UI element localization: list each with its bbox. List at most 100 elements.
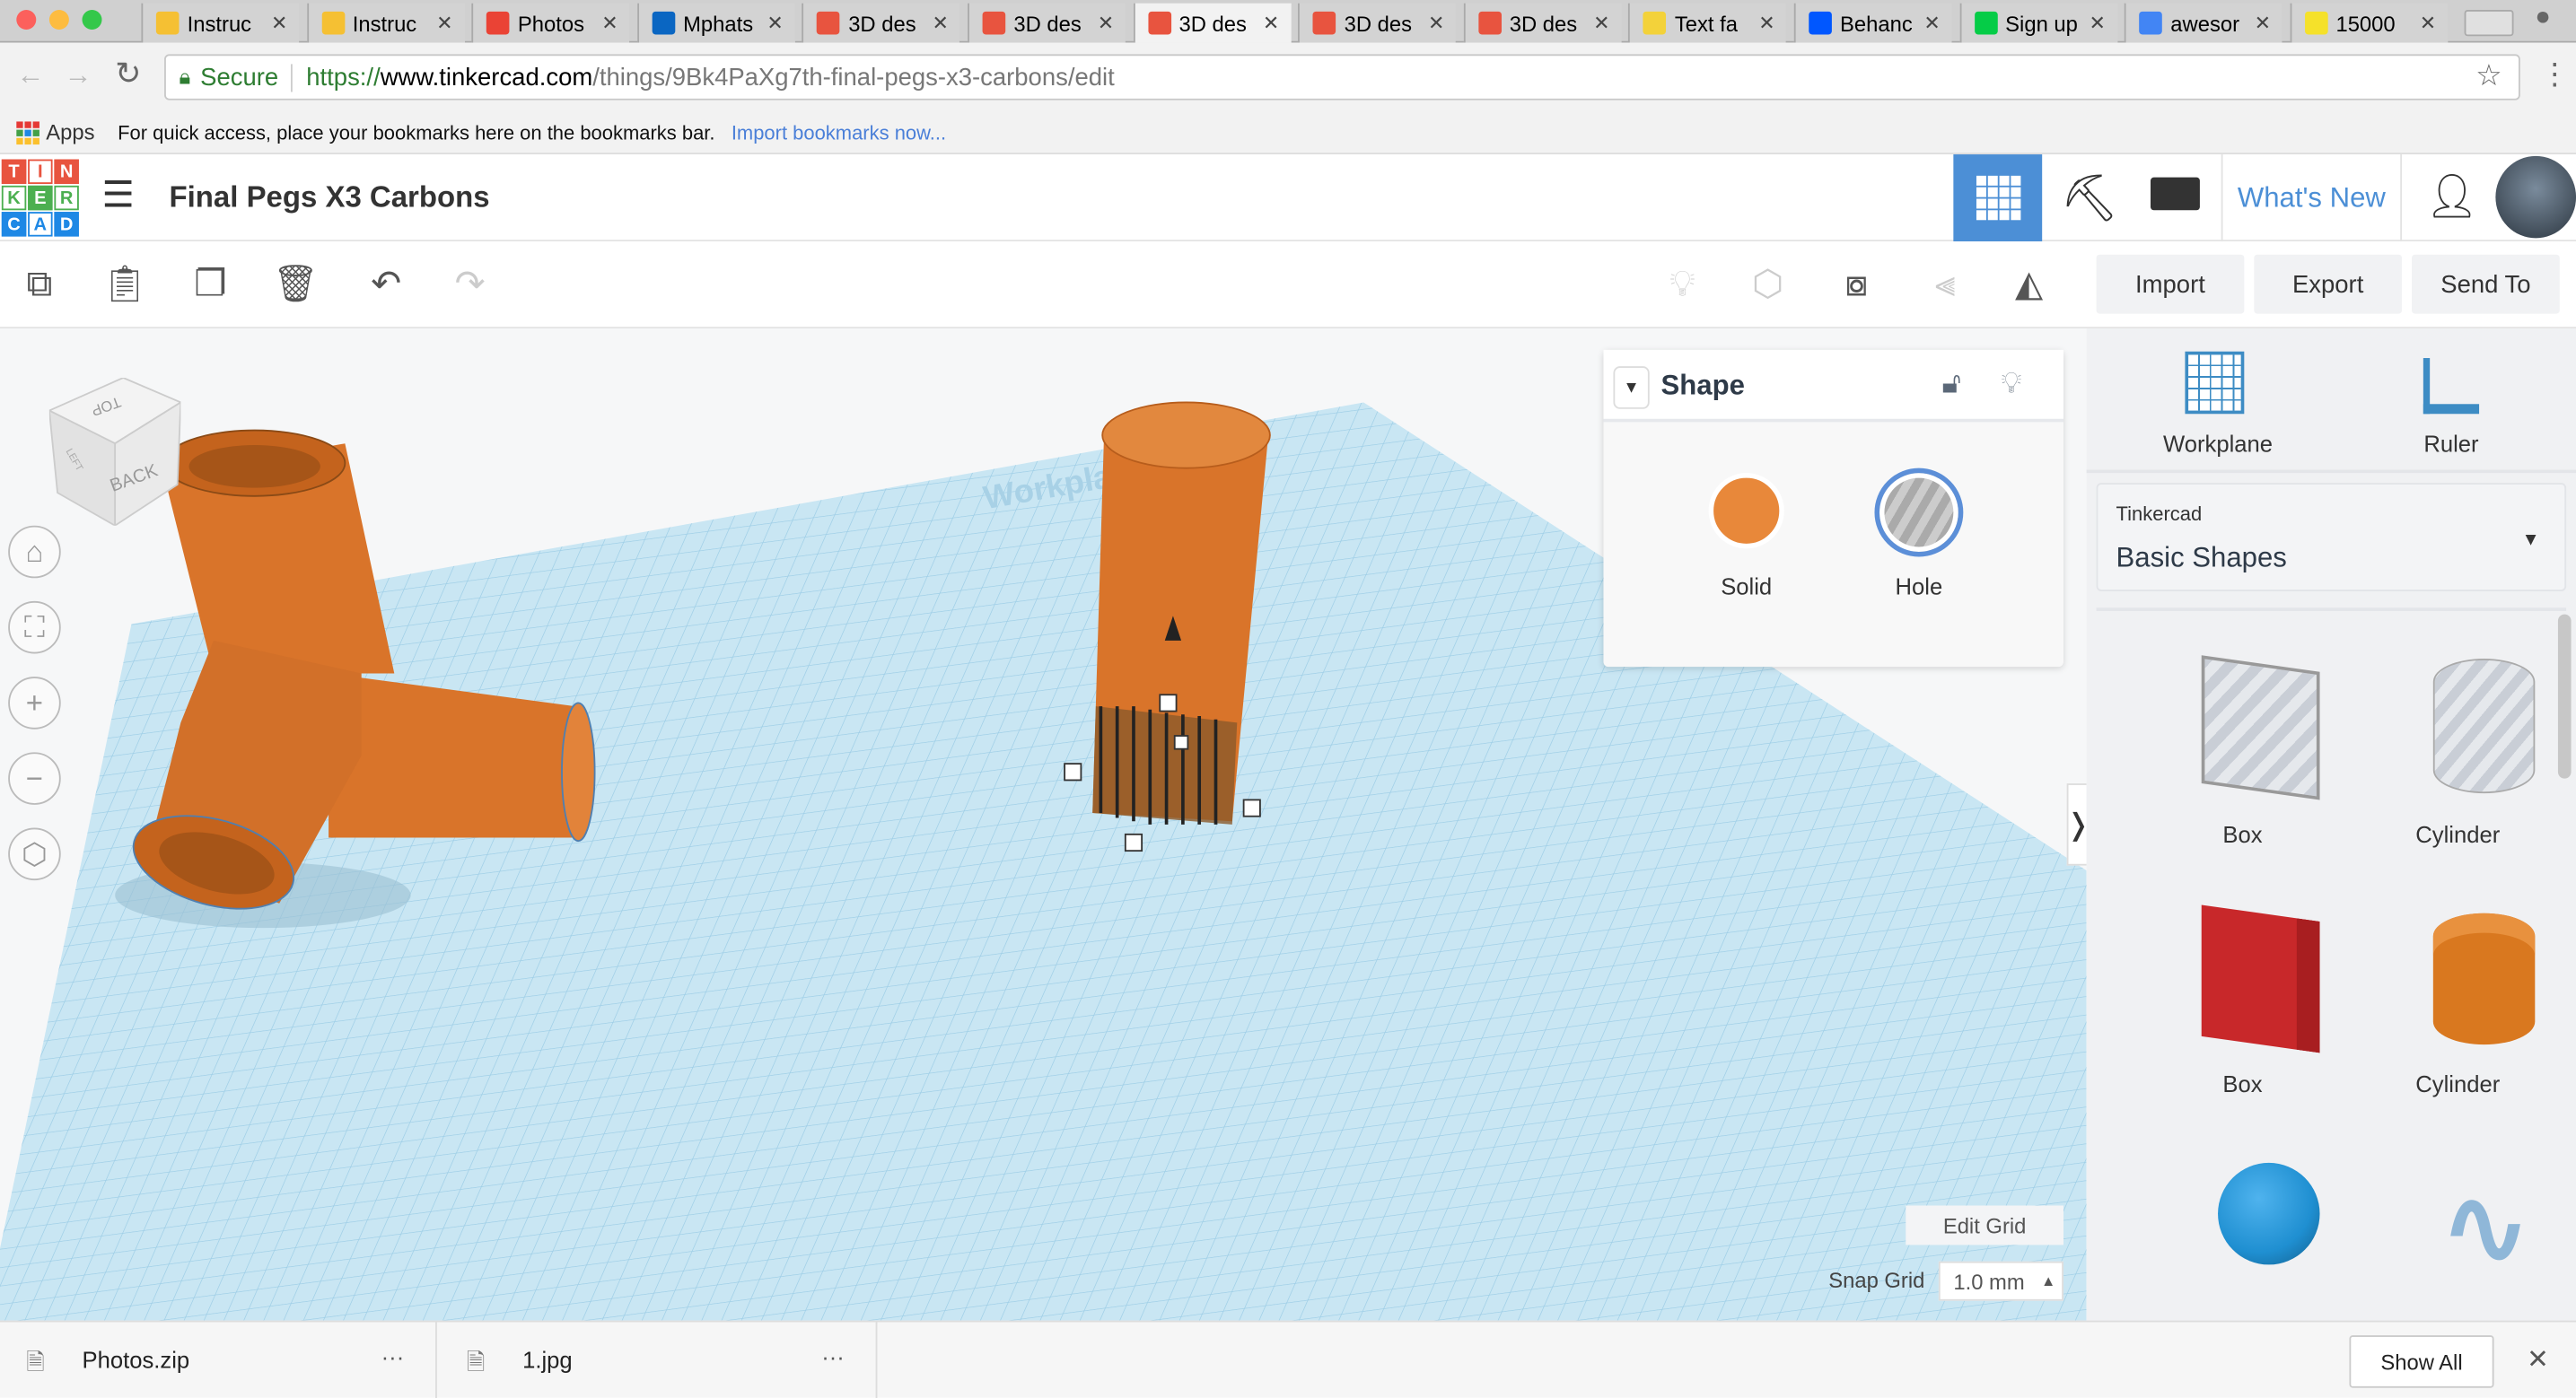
address-bar[interactable]: 🔒︎ Secure https://www.tinkercad.com/thin… — [164, 54, 2520, 100]
three-way-peg-model[interactable] — [115, 427, 772, 953]
back-button[interactable]: ← — [16, 59, 44, 92]
bookmark-star-icon[interactable]: ☆ — [2475, 59, 2502, 93]
shape-hole-cylinder[interactable]: Cylinder — [2368, 651, 2548, 880]
close-tab-icon[interactable]: ✕ — [1428, 12, 1444, 35]
workplane-icon[interactable] — [2185, 351, 2245, 415]
browser-tab[interactable]: 3D des ✕ — [802, 3, 960, 43]
close-tab-icon[interactable]: ✕ — [1923, 12, 1940, 35]
design-title[interactable]: Final Pegs X3 Carbons — [170, 180, 490, 214]
profile-icon[interactable]: ● — [2535, 4, 2551, 33]
resize-handle[interactable] — [1242, 799, 1261, 817]
more-options-icon[interactable]: ··· — [381, 1343, 405, 1369]
resize-handle[interactable] — [1173, 735, 1189, 750]
new-tab-button[interactable] — [2464, 9, 2514, 37]
browser-tab[interactable]: 3D des ✕ — [1298, 3, 1457, 43]
browser-tab[interactable]: 3D des ✕ — [968, 3, 1126, 43]
design-list-icon[interactable]: ☰ — [101, 174, 134, 217]
mirror-icon[interactable]: ◭ — [2002, 258, 2055, 310]
close-window-button[interactable] — [16, 9, 37, 30]
hole-swatch[interactable] — [1874, 467, 1964, 557]
download-item[interactable]: 🗎 Photos.zip ··· — [26, 1322, 437, 1398]
browser-tab[interactable]: Instruc ✕ — [306, 3, 465, 43]
paste-icon[interactable]: 📋︎ — [99, 258, 152, 310]
align-icon[interactable]: ⫷ — [1919, 258, 1972, 310]
shape-cylinder[interactable]: Cylinder — [2368, 900, 2548, 1130]
download-item[interactable]: 🗎 1.jpg ··· — [467, 1322, 878, 1398]
resize-handle[interactable] — [1159, 694, 1178, 712]
close-tab-icon[interactable]: ✕ — [1263, 12, 1279, 35]
duplicate-icon[interactable]: ❐ — [184, 258, 237, 310]
lightbulb-icon[interactable]: 💡︎ — [2001, 366, 2021, 400]
browser-tab[interactable]: Instruc ✕ — [141, 3, 300, 43]
redo-icon[interactable]: ↷ — [443, 258, 496, 310]
close-tab-icon[interactable]: ✕ — [1593, 12, 1609, 35]
workplane-tool-label[interactable]: Workplane — [2136, 431, 2300, 457]
snap-grid-select[interactable]: 1.0 mm ▲ — [1938, 1261, 2063, 1301]
close-tab-icon[interactable]: ✕ — [2255, 12, 2271, 35]
zoom-in-button[interactable]: + — [8, 677, 61, 730]
reload-button[interactable]: ↻ — [115, 56, 141, 93]
shape-library-select[interactable]: Tinkercad Basic Shapes ▼ — [2096, 483, 2567, 591]
resize-handle[interactable] — [1124, 833, 1143, 852]
tinkercad-logo[interactable]: TINKERCAD — [1, 159, 79, 237]
browser-tab[interactable]: Text fa ✕ — [1628, 3, 1787, 43]
close-tab-icon[interactable]: ✕ — [436, 12, 452, 35]
send-to-button[interactable]: Send To — [2412, 254, 2560, 314]
pickaxe-icon[interactable]: ⛏ — [2060, 170, 2118, 224]
shape-box[interactable]: Box — [2152, 900, 2333, 1130]
close-tab-icon[interactable]: ✕ — [767, 12, 783, 35]
zoom-out-button[interactable]: − — [8, 752, 61, 805]
view-cube[interactable]: TOP BACK LEFT — [47, 376, 183, 528]
undo-icon[interactable]: ↶ — [360, 258, 413, 310]
close-tab-icon[interactable]: ✕ — [271, 12, 287, 35]
unlock-icon[interactable]: 🔓︎ — [1942, 366, 1961, 400]
avatar[interactable] — [2495, 155, 2576, 239]
close-downloads-icon[interactable]: ✕ — [2527, 1343, 2549, 1376]
group-icon[interactable]: ⬡ — [1741, 258, 1794, 310]
browser-tab[interactable]: 3D des ✕ — [1463, 3, 1622, 43]
ortho-view-button[interactable]: ⬡ — [8, 827, 61, 881]
ungroup-icon[interactable]: ⧇ — [1830, 258, 1883, 310]
edit-grid-button[interactable]: Edit Grid — [1906, 1205, 2063, 1245]
close-tab-icon[interactable]: ✕ — [601, 12, 618, 35]
browser-tab[interactable]: 3D des ✕ — [1133, 3, 1291, 43]
close-tab-icon[interactable]: ✕ — [2090, 12, 2106, 35]
menu-kebab-icon[interactable]: ⋮ — [2540, 57, 2570, 92]
sidebar-scrollbar[interactable] — [2557, 614, 2572, 779]
copy-icon[interactable]: ⧉ — [13, 258, 66, 310]
browser-tab[interactable]: Photos ✕ — [471, 3, 630, 43]
forward-button[interactable]: → — [64, 59, 92, 92]
browser-tab[interactable]: Behanc ✕ — [1793, 3, 1952, 43]
collapse-sidebar-toggle[interactable]: ❭ — [2066, 783, 2087, 866]
resize-handle[interactable] — [1064, 763, 1082, 782]
ruler-tool-label[interactable]: Ruler — [2369, 431, 2533, 457]
solid-color-swatch[interactable] — [1708, 473, 1784, 549]
home-view-button[interactable]: ⌂ — [8, 525, 61, 579]
ruler-icon[interactable] — [2423, 358, 2480, 415]
apps-shortcut[interactable]: Apps — [16, 120, 95, 144]
shape-hole-box[interactable]: Box — [2152, 651, 2333, 880]
close-tab-icon[interactable]: ✕ — [1758, 12, 1774, 35]
delete-icon[interactable]: 🗑︎ — [269, 258, 322, 310]
bricks-icon[interactable] — [2150, 177, 2200, 211]
add-user-icon[interactable]: 👤︎ — [2425, 170, 2479, 222]
close-tab-icon[interactable]: ✕ — [933, 12, 949, 35]
browser-tab[interactable]: Mphats ✕ — [636, 3, 795, 43]
import-button[interactable]: Import — [2096, 254, 2245, 314]
export-button[interactable]: Export — [2254, 254, 2403, 314]
close-tab-icon[interactable]: ✕ — [2420, 12, 2436, 35]
lightbulb-icon[interactable]: 💡︎ — [1656, 258, 1709, 310]
browser-tab[interactable]: 15000 ✕ — [2290, 3, 2448, 43]
whats-new-link[interactable]: What's New — [2221, 154, 2403, 242]
selected-cylinder-model[interactable] — [1051, 394, 1314, 887]
show-all-downloads-button[interactable]: Show All — [2349, 1335, 2494, 1388]
collapse-panel-button[interactable]: ▼ — [1613, 366, 1650, 409]
fit-view-button[interactable]: ⛶ — [8, 600, 61, 654]
3d-view-button[interactable] — [1953, 154, 2043, 242]
minimize-window-button[interactable] — [48, 9, 69, 30]
more-options-icon[interactable]: ··· — [821, 1343, 845, 1369]
browser-tab[interactable]: Sign up ✕ — [1958, 3, 2117, 43]
browser-tab[interactable]: awesor ✕ — [2125, 3, 2282, 43]
maximize-window-button[interactable] — [82, 9, 102, 30]
import-bookmarks-link[interactable]: Import bookmarks now... — [732, 121, 946, 144]
